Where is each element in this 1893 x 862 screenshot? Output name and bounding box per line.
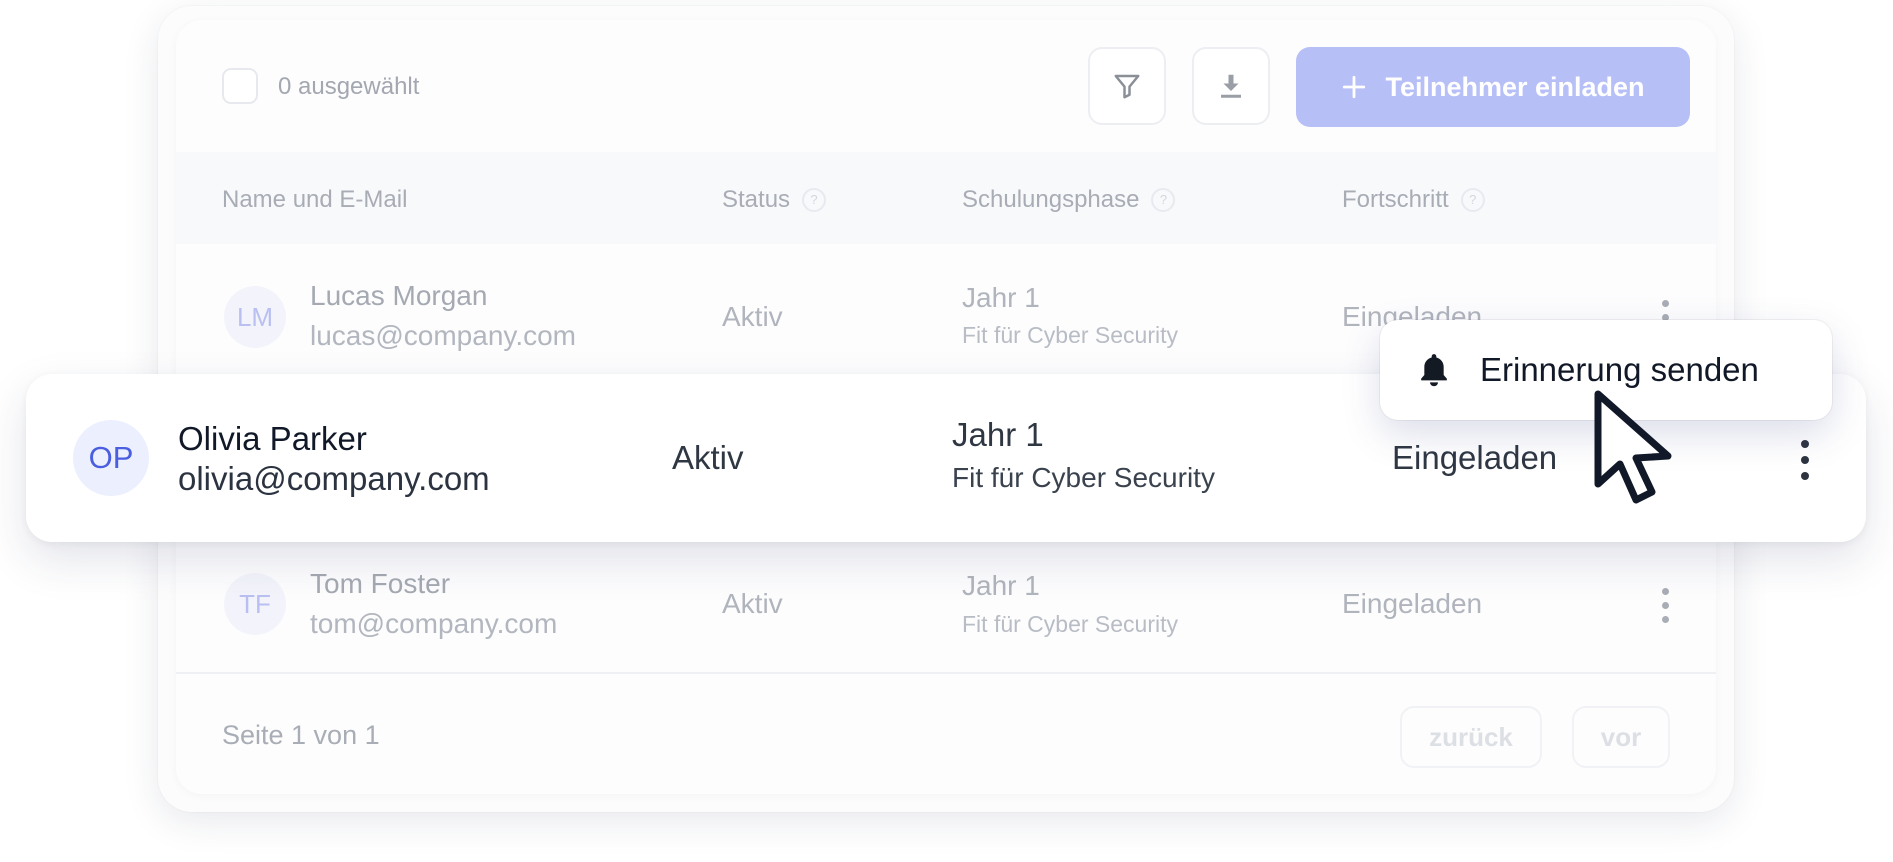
previous-page-button[interactable]: zurück: [1400, 706, 1542, 768]
row-menu-icon[interactable]: [1799, 440, 1811, 480]
select-all-checkbox[interactable]: [222, 68, 258, 104]
bell-icon: [1421, 354, 1447, 387]
phase-text: Jahr 1: [962, 570, 1040, 601]
column-header-label: Fortschritt: [1342, 186, 1449, 213]
column-header-progress[interactable]: Fortschritt ?: [1342, 185, 1485, 215]
phase-subtitle: Fit für Cyber Security: [962, 322, 1178, 348]
participant-name: Lucas Morgan: [310, 280, 488, 311]
participant-email: tom@company.com: [310, 608, 558, 639]
progress-text: Eingeladen: [1342, 588, 1483, 619]
next-page-button[interactable]: vor: [1572, 706, 1670, 768]
column-header-label: Status: [722, 186, 791, 213]
phase-text: Jahr 1: [962, 282, 1040, 313]
send-reminder-label: Erinnerung senden: [1480, 351, 1759, 388]
help-icon[interactable]: ?: [802, 188, 827, 212]
phase-subtitle: Fit für Cyber Security: [962, 611, 1178, 637]
mouse-cursor-icon: [1594, 390, 1672, 504]
participant-email: olivia@company.com: [178, 460, 490, 497]
avatar: OP: [73, 420, 149, 496]
status-text: Aktiv: [722, 301, 783, 332]
status-text: Aktiv: [672, 439, 744, 476]
help-icon[interactable]: ?: [1460, 188, 1485, 212]
column-header-label: Schulungsphase: [962, 186, 1140, 213]
phase-text: Jahr 1: [952, 416, 1044, 453]
column-header-phase[interactable]: Schulungsphase ?: [962, 185, 1176, 215]
download-button[interactable]: [1192, 47, 1270, 125]
pagination-info: Seite 1 von 1: [222, 720, 380, 750]
plus-icon: [1343, 75, 1366, 99]
progress-text: Eingeladen: [1392, 439, 1558, 476]
participant-name: Tom Foster: [310, 568, 451, 599]
download-icon: [1221, 74, 1241, 98]
invite-button-label: Teilnehmer einladen: [1385, 71, 1645, 102]
status-text: Aktiv: [722, 588, 783, 619]
avatar: LM: [224, 286, 286, 348]
selected-count: 0 ausgewählt: [278, 73, 420, 100]
participant-name: Olivia Parker: [178, 420, 367, 457]
row-menu-icon[interactable]: [1660, 588, 1670, 623]
column-header-label: Name und E-Mail: [222, 186, 408, 213]
filter-button[interactable]: [1088, 47, 1166, 125]
table-row[interactable]: [176, 545, 1716, 665]
phase-subtitle: Fit für Cyber Security: [952, 462, 1215, 493]
help-icon[interactable]: ?: [1151, 188, 1176, 212]
column-header-status[interactable]: Status ?: [722, 185, 827, 215]
avatar: TF: [224, 573, 286, 635]
table-divider: [176, 672, 1716, 674]
filter-icon: [1114, 74, 1140, 99]
invite-participants-button[interactable]: Teilnehmer einladen: [1296, 47, 1690, 127]
column-header-name[interactable]: Name und E-Mail: [222, 185, 407, 215]
participant-email: lucas@company.com: [310, 320, 576, 351]
